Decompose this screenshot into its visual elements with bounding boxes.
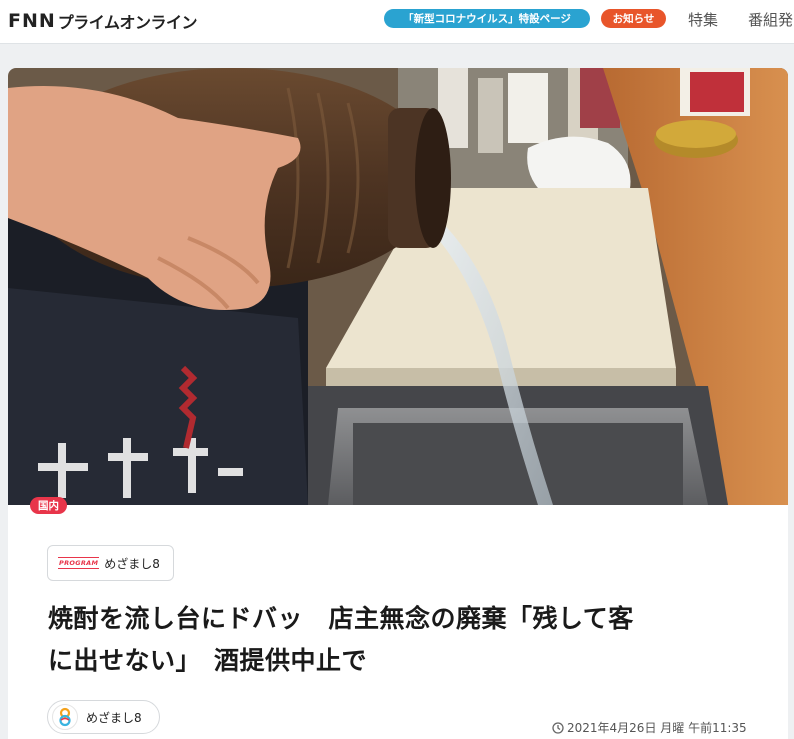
corona-special-link[interactable]: 「新型コロナウイルス」特設ページ [384, 9, 590, 28]
logo-fnn: FNN [8, 10, 56, 32]
program-tag: PROGRAM [58, 557, 100, 569]
author-link[interactable]: めざまし8 [47, 700, 160, 734]
nav-program[interactable]: 番組発 [748, 9, 793, 30]
logo-sub: プライムオンライン [57, 13, 198, 32]
site-header: FNN プライムオンライン 「新型コロナウイルス」特設ページ お知らせ 特集 番… [0, 0, 794, 44]
title-line-1: 焼酎を流し台にドバッ 店主無念の廃棄「残して客 [48, 604, 634, 633]
avatar-logo [59, 707, 71, 727]
author-name: めざまし8 [86, 710, 142, 725]
publish-date: 2021年4月26日 月曜 午前11:35 [552, 719, 747, 736]
article-card: 国内 PROGRAM めざまし8 焼酎を流し台にドバッ 店主無念の廃棄「残して客… [8, 68, 788, 739]
avatar [52, 704, 78, 730]
title-line-2: に出せない」 酒提供中止で [48, 646, 368, 675]
clock-icon [552, 721, 564, 734]
article-title: 焼酎を流し台にドバッ 店主無念の廃棄「残して客 に出せない」 酒提供中止で [48, 598, 748, 682]
site-logo[interactable]: FNN プライムオンライン [8, 9, 197, 33]
date-text: 2021年4月26日 月曜 午前11:35 [567, 721, 747, 735]
hero-image [8, 68, 788, 505]
category-badge[interactable]: 国内 [30, 497, 67, 514]
program-link[interactable]: PROGRAM めざまし8 [47, 545, 174, 581]
notice-link[interactable]: お知らせ [601, 9, 666, 28]
program-name: めざまし8 [104, 556, 160, 571]
nav-feature[interactable]: 特集 [688, 9, 718, 30]
